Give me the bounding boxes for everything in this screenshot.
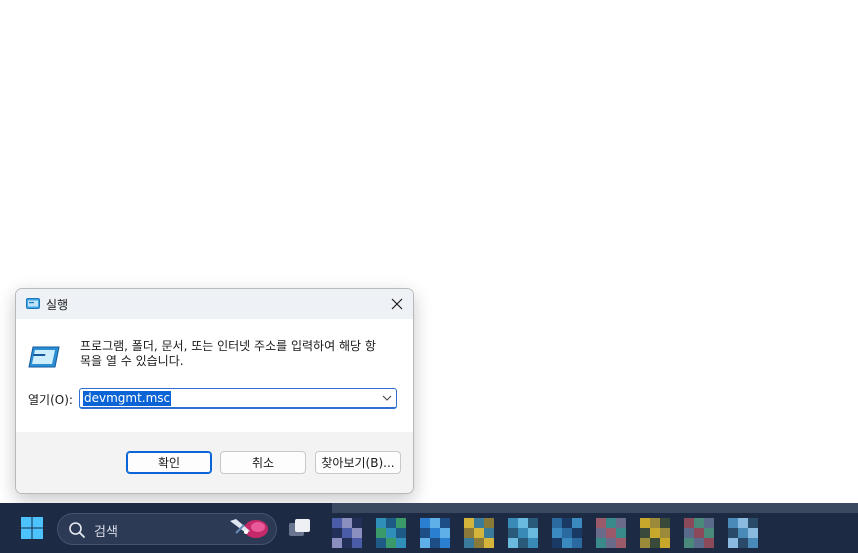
pixelated-app-icon[interactable] bbox=[552, 512, 582, 548]
browse-button[interactable]: 찾아보기(B)... bbox=[315, 451, 401, 474]
pixelated-app-icon[interactable] bbox=[640, 512, 670, 548]
pixelated-app-icon[interactable] bbox=[596, 512, 626, 548]
cancel-button[interactable]: 취소 bbox=[220, 451, 306, 474]
pixelated-app-icon[interactable] bbox=[728, 512, 758, 548]
close-button[interactable] bbox=[381, 289, 413, 319]
chevron-down-icon[interactable] bbox=[382, 394, 392, 402]
windows-start-icon[interactable] bbox=[20, 516, 44, 540]
taskbar-top-strip bbox=[332, 503, 858, 513]
run-large-icon bbox=[28, 346, 60, 368]
run-app-icon bbox=[26, 298, 40, 309]
close-icon bbox=[391, 298, 403, 310]
pixelated-app-icon[interactable] bbox=[420, 512, 450, 548]
task-view-icon[interactable] bbox=[287, 516, 313, 540]
search-icon bbox=[69, 522, 85, 538]
pixelated-app-icon[interactable] bbox=[508, 512, 538, 548]
pixelated-app-icon[interactable] bbox=[376, 512, 406, 548]
dialog-footer: 확인 취소 찾아보기(B)... bbox=[16, 432, 413, 493]
pixelated-app-icon[interactable] bbox=[684, 512, 714, 548]
dialog-title: 실행 bbox=[46, 298, 69, 312]
run-dialog: 실행 프로그램, 폴더, 문서, 또는 인터넷 주소를 입력하여 해당 항 목을… bbox=[15, 288, 414, 494]
search-placeholder: 검색 bbox=[94, 525, 118, 540]
open-input[interactable]: devmgmt.msc bbox=[83, 391, 172, 406]
dialog-description: 프로그램, 폴더, 문서, 또는 인터넷 주소를 입력하여 해당 항 목을 열 … bbox=[80, 339, 376, 368]
open-combobox[interactable]: devmgmt.msc bbox=[79, 388, 397, 409]
pixelated-app-icon[interactable] bbox=[464, 512, 494, 548]
taskbar-search-box[interactable]: 검색 bbox=[57, 513, 277, 545]
ok-button[interactable]: 확인 bbox=[126, 451, 212, 474]
search-highlight-icon bbox=[230, 519, 268, 538]
dialog-body: 프로그램, 폴더, 문서, 또는 인터넷 주소를 입력하여 해당 항 목을 열 … bbox=[16, 319, 413, 432]
dialog-titlebar[interactable]: 실행 bbox=[16, 289, 413, 319]
open-label: 열기(O): bbox=[28, 393, 73, 407]
pixelated-app-icon[interactable] bbox=[332, 512, 362, 548]
